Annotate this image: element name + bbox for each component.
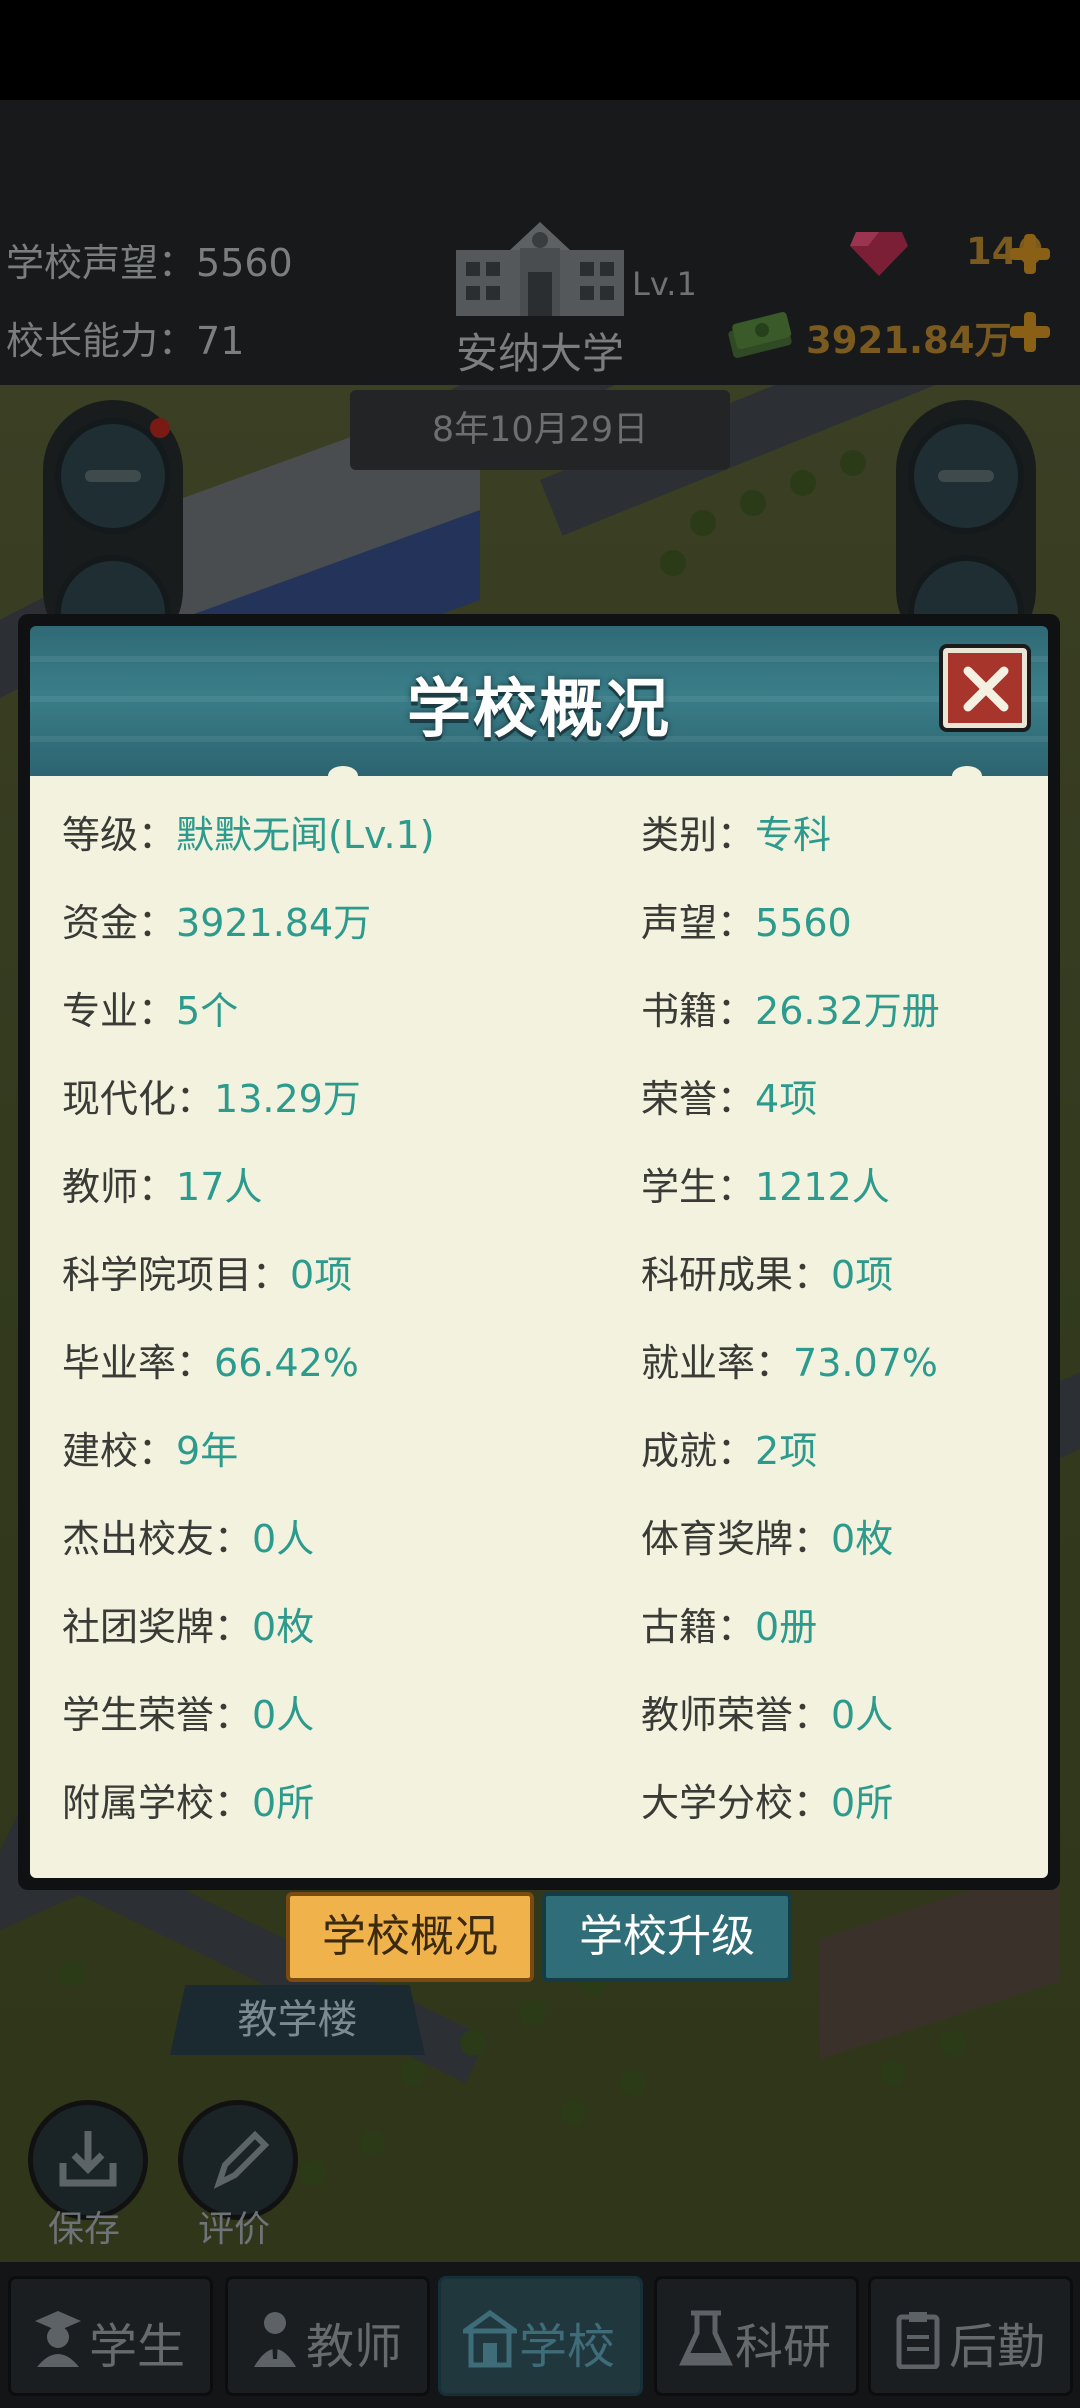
stat-teacher-honors: 教师荣誉：0人 bbox=[641, 1693, 894, 1737]
dialog-title: 学校概况 bbox=[407, 673, 671, 747]
stat-modernization: 现代化：13.29万 bbox=[62, 1077, 361, 1121]
school-icon bbox=[463, 2309, 517, 2368]
stat-research-results: 科研成果：0项 bbox=[641, 1253, 894, 1297]
reputation-stat: 学校声望：5560 bbox=[6, 241, 293, 285]
dialog-header: 学校概况 bbox=[30, 626, 1048, 776]
stat-sports-medals: 体育奖牌：0枚 bbox=[641, 1517, 894, 1561]
tab-school-overview[interactable]: 学校概况 bbox=[286, 1892, 534, 1982]
gem-icon bbox=[850, 232, 908, 276]
stat-founded: 建校：9年 bbox=[62, 1429, 239, 1473]
principal-ability-stat: 校长能力：71 bbox=[6, 319, 245, 363]
stat-club-medals: 社团奖牌：0枚 bbox=[62, 1605, 315, 1649]
stat-branch-campuses: 大学分校：0所 bbox=[641, 1781, 894, 1825]
nav-research[interactable]: 科研 bbox=[654, 2276, 859, 2396]
stat-notable-alumni: 杰出校友：0人 bbox=[62, 1517, 315, 1561]
add-gems-button[interactable] bbox=[1008, 232, 1052, 276]
stat-students: 学生：1212人 bbox=[641, 1165, 890, 1209]
game-date: 8年10月29日 bbox=[350, 390, 730, 470]
stat-graduation-rate: 毕业率：66.42% bbox=[62, 1341, 359, 1385]
stat-reputation: 声望：5560 bbox=[641, 901, 852, 945]
teacher-icon bbox=[254, 2312, 296, 2367]
collapse-button[interactable] bbox=[908, 418, 1024, 534]
save-icon bbox=[59, 2131, 117, 2187]
cash-icon bbox=[728, 312, 792, 358]
stat-ancient-books: 古籍：0册 bbox=[641, 1605, 818, 1649]
close-icon bbox=[963, 666, 1009, 712]
add-money-button[interactable] bbox=[1008, 310, 1052, 354]
stat-category: 类别：专科 bbox=[641, 813, 832, 857]
school-name: 安纳大学 bbox=[455, 329, 624, 378]
tab-school-upgrade[interactable]: 学校升级 bbox=[542, 1892, 792, 1982]
nav-students[interactable]: 学生 bbox=[8, 2276, 213, 2396]
stat-grade: 等级：默默无闻(Lv.1) bbox=[62, 813, 435, 857]
review-label: 评价 bbox=[198, 2209, 271, 2250]
nav-teachers[interactable]: 教师 bbox=[225, 2276, 430, 2396]
stat-student-honors: 学生荣誉：0人 bbox=[62, 1693, 315, 1737]
notification-dot bbox=[150, 418, 170, 438]
stat-funds: 资金：3921.84万 bbox=[62, 901, 372, 945]
stat-teachers: 教师：17人 bbox=[62, 1165, 263, 1209]
stat-majors: 专业：5个 bbox=[62, 989, 239, 1033]
building-label: 教学楼 bbox=[170, 1985, 425, 2055]
stat-achievements: 成就：2项 bbox=[641, 1429, 818, 1473]
clipboard-icon bbox=[896, 2312, 940, 2369]
nav-school[interactable]: 学校 bbox=[438, 2276, 643, 2396]
close-button[interactable] bbox=[943, 648, 1027, 728]
flask-icon bbox=[679, 2310, 733, 2366]
stat-books: 书籍：26.32万册 bbox=[641, 989, 940, 1033]
stat-affiliated-schools: 附属学校：0所 bbox=[62, 1781, 315, 1825]
nav-logistics[interactable]: 后勤 bbox=[868, 2276, 1073, 2396]
school-building-icon bbox=[456, 222, 624, 316]
stat-employment-rate: 就业率：73.07% bbox=[641, 1341, 938, 1385]
save-label: 保存 bbox=[48, 2209, 121, 2250]
student-icon bbox=[35, 2311, 81, 2367]
stat-honors: 荣誉：4项 bbox=[641, 1077, 818, 1121]
stat-academy-projects: 科学院项目：0项 bbox=[62, 1253, 353, 1297]
pencil-icon bbox=[213, 2130, 270, 2189]
money-amount: 3921.84万 bbox=[806, 319, 1012, 362]
school-level-tag: Lv.1 bbox=[632, 265, 697, 303]
